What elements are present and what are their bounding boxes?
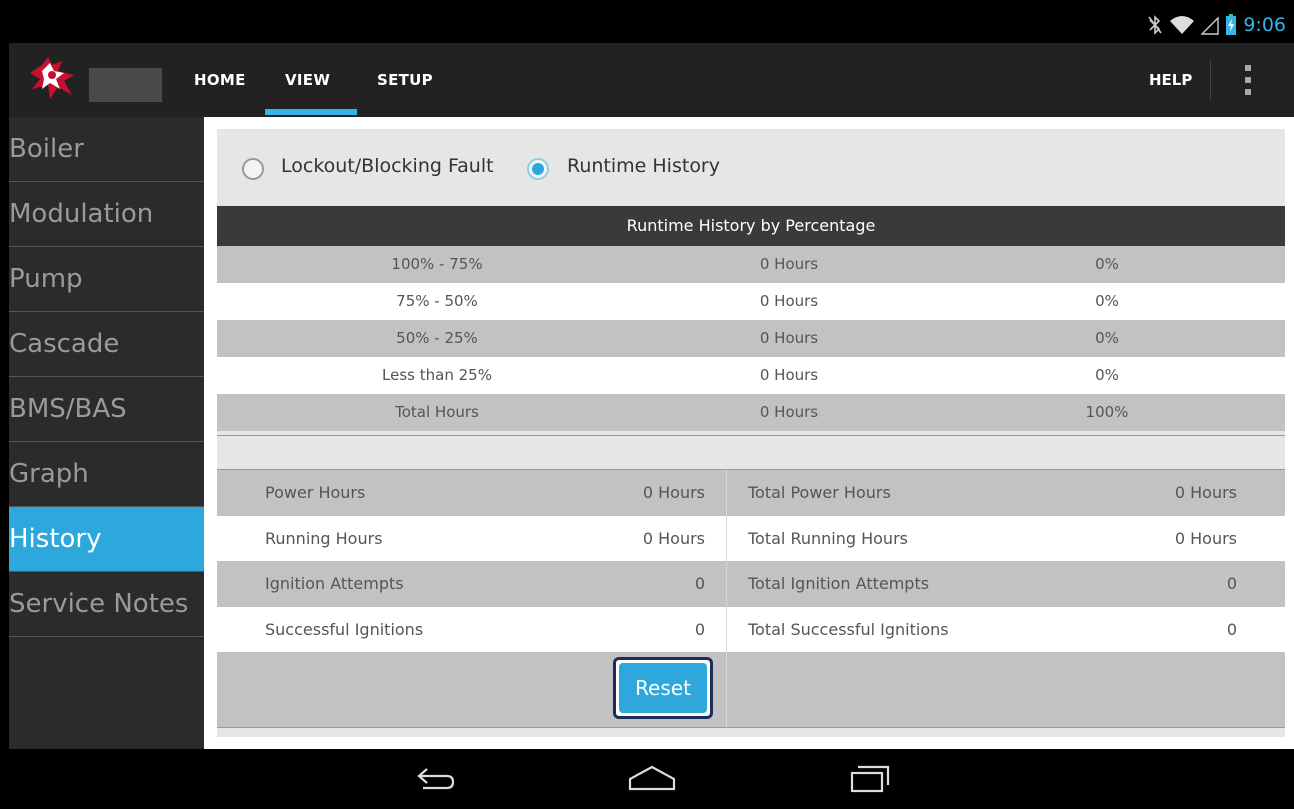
table-row: 100% - 75% 0 Hours 0% bbox=[217, 246, 1285, 283]
history-stats-table: Power Hours 0 Hours Total Power Hours 0 … bbox=[217, 469, 1285, 728]
sidebar-item-label: Pump bbox=[9, 264, 83, 294]
table-row: Total Hours 0 Hours 100% bbox=[217, 394, 1285, 431]
stats-column-divider bbox=[726, 470, 727, 727]
status-bar: 9:06 bbox=[9, 9, 1294, 43]
stat-value: 0 bbox=[694, 619, 705, 639]
tab-view-label: VIEW bbox=[285, 71, 331, 89]
tab-setup[interactable]: SETUP bbox=[377, 43, 433, 117]
table-row: 50% - 25% 0 Hours 0% bbox=[217, 320, 1285, 357]
runtime-hours: 0 Hours bbox=[759, 366, 819, 384]
runtime-hours: 0 Hours bbox=[759, 255, 819, 273]
site-name-placeholder bbox=[89, 68, 162, 102]
bluetooth-off-icon bbox=[1148, 15, 1162, 35]
runtime-percent: 0% bbox=[1095, 292, 1119, 310]
stat-value: 0 Hours bbox=[642, 528, 705, 548]
stat-label: Successful Ignitions bbox=[265, 619, 424, 639]
runtime-hours: 0 Hours bbox=[759, 292, 819, 310]
stat-label: Ignition Attempts bbox=[265, 574, 404, 593]
runtime-hours: 0 Hours bbox=[759, 403, 819, 421]
stat-label: Running Hours bbox=[265, 528, 383, 548]
tab-setup-label: SETUP bbox=[377, 71, 433, 89]
sidebar-item-label: Service Notes bbox=[9, 589, 189, 619]
table-row: Successful Ignitions 0 Total Successful … bbox=[217, 606, 1285, 652]
runtime-history-table: Runtime History by Percentage 100% - 75%… bbox=[217, 206, 1285, 436]
actionbar-divider bbox=[1210, 60, 1211, 100]
table-row: 75% - 50% 0 Hours 0% bbox=[217, 283, 1285, 320]
radio-lockout-label[interactable]: Lockout/Blocking Fault bbox=[281, 155, 494, 177]
back-icon[interactable] bbox=[413, 763, 457, 793]
tab-home[interactable]: HOME bbox=[194, 43, 246, 117]
history-panel: Lockout/Blocking Fault Runtime History R… bbox=[217, 129, 1285, 737]
action-bar: HOME VIEW SETUP HELP bbox=[9, 43, 1294, 118]
signal-icon bbox=[1201, 16, 1220, 35]
stat-total-value: 0 bbox=[1226, 574, 1237, 593]
sidebar-item-boiler[interactable]: Boiler bbox=[9, 117, 204, 182]
stat-total-value: 0 bbox=[1226, 619, 1237, 639]
stat-value: 0 bbox=[694, 574, 705, 593]
runtime-percent: 0% bbox=[1095, 366, 1119, 384]
main-content: Lockout/Blocking Fault Runtime History R… bbox=[204, 117, 1294, 749]
runtime-range: Less than 25% bbox=[382, 366, 492, 384]
radio-runtime-label[interactable]: Runtime History bbox=[567, 155, 720, 177]
sidebar-item-history[interactable]: History bbox=[9, 507, 204, 572]
runtime-table-title: Runtime History by Percentage bbox=[217, 206, 1285, 246]
reset-button-focus-ring: Reset bbox=[613, 657, 713, 719]
sidebar-item-label: Graph bbox=[9, 459, 89, 489]
table-row: Running Hours 0 Hours Total Running Hour… bbox=[217, 515, 1285, 561]
help-label: HELP bbox=[1149, 71, 1193, 89]
table-row: Ignition Attempts 0 Total Ignition Attem… bbox=[217, 561, 1285, 607]
stat-total-value: 0 Hours bbox=[1174, 483, 1237, 502]
recent-apps-icon[interactable] bbox=[848, 763, 892, 795]
battery-charging-icon bbox=[1226, 14, 1237, 35]
stat-label: Power Hours bbox=[265, 483, 366, 502]
wifi-icon bbox=[1170, 16, 1195, 34]
sidebar-item-pump[interactable]: Pump bbox=[9, 247, 204, 312]
tab-home-label: HOME bbox=[194, 71, 246, 89]
sidebar-item-modulation[interactable]: Modulation bbox=[9, 182, 204, 247]
runtime-percent: 0% bbox=[1095, 255, 1119, 273]
sidebar-item-label: Boiler bbox=[9, 134, 84, 164]
sidebar-item-service-notes[interactable]: Service Notes bbox=[9, 572, 204, 637]
history-mode-selector: Lockout/Blocking Fault Runtime History bbox=[217, 129, 1285, 205]
tab-selected-indicator bbox=[265, 109, 357, 115]
runtime-range: 100% - 75% bbox=[391, 255, 483, 273]
help-button[interactable]: HELP bbox=[1149, 43, 1192, 117]
sidebar-item-bms-bas[interactable]: BMS/BAS bbox=[9, 377, 204, 442]
stat-total-label: Total Power Hours bbox=[748, 483, 891, 502]
runtime-percent: 0% bbox=[1095, 329, 1119, 347]
table-row: Less than 25% 0 Hours 0% bbox=[217, 357, 1285, 394]
runtime-range: Total Hours bbox=[395, 403, 479, 421]
radio-runtime-history[interactable] bbox=[527, 158, 549, 180]
sidebar-item-graph[interactable]: Graph bbox=[9, 442, 204, 507]
sidebar-item-label: History bbox=[9, 524, 102, 554]
runtime-hours: 0 Hours bbox=[759, 329, 819, 347]
stat-total-label: Total Ignition Attempts bbox=[748, 574, 930, 593]
status-time: 9:06 bbox=[1243, 14, 1286, 36]
reset-button[interactable]: Reset bbox=[619, 663, 707, 713]
brand-logo-icon[interactable] bbox=[28, 55, 78, 101]
sidebar: Boiler Modulation Pump Cascade BMS/BAS G… bbox=[9, 117, 204, 749]
tab-view[interactable]: VIEW bbox=[285, 43, 330, 117]
stat-total-value: 0 Hours bbox=[1174, 528, 1237, 548]
stat-value: 0 Hours bbox=[642, 483, 705, 502]
system-nav-bar bbox=[0, 749, 1294, 809]
sidebar-item-label: Cascade bbox=[9, 329, 120, 359]
runtime-percent: 100% bbox=[1085, 403, 1129, 421]
runtime-range: 75% - 50% bbox=[396, 292, 478, 310]
screen-border bbox=[0, 0, 1294, 9]
sidebar-item-cascade[interactable]: Cascade bbox=[9, 312, 204, 377]
sidebar-item-label: Modulation bbox=[9, 199, 154, 229]
stat-total-label: Total Successful Ignitions bbox=[748, 619, 949, 639]
home-icon[interactable] bbox=[626, 763, 678, 793]
stat-total-label: Total Running Hours bbox=[748, 528, 908, 548]
overflow-menu-icon[interactable] bbox=[1245, 65, 1253, 95]
sidebar-item-label: BMS/BAS bbox=[9, 394, 127, 424]
table-row: Power Hours 0 Hours Total Power Hours 0 … bbox=[217, 470, 1285, 516]
runtime-range: 50% - 25% bbox=[396, 329, 478, 347]
radio-lockout-blocking-fault[interactable] bbox=[242, 158, 264, 180]
